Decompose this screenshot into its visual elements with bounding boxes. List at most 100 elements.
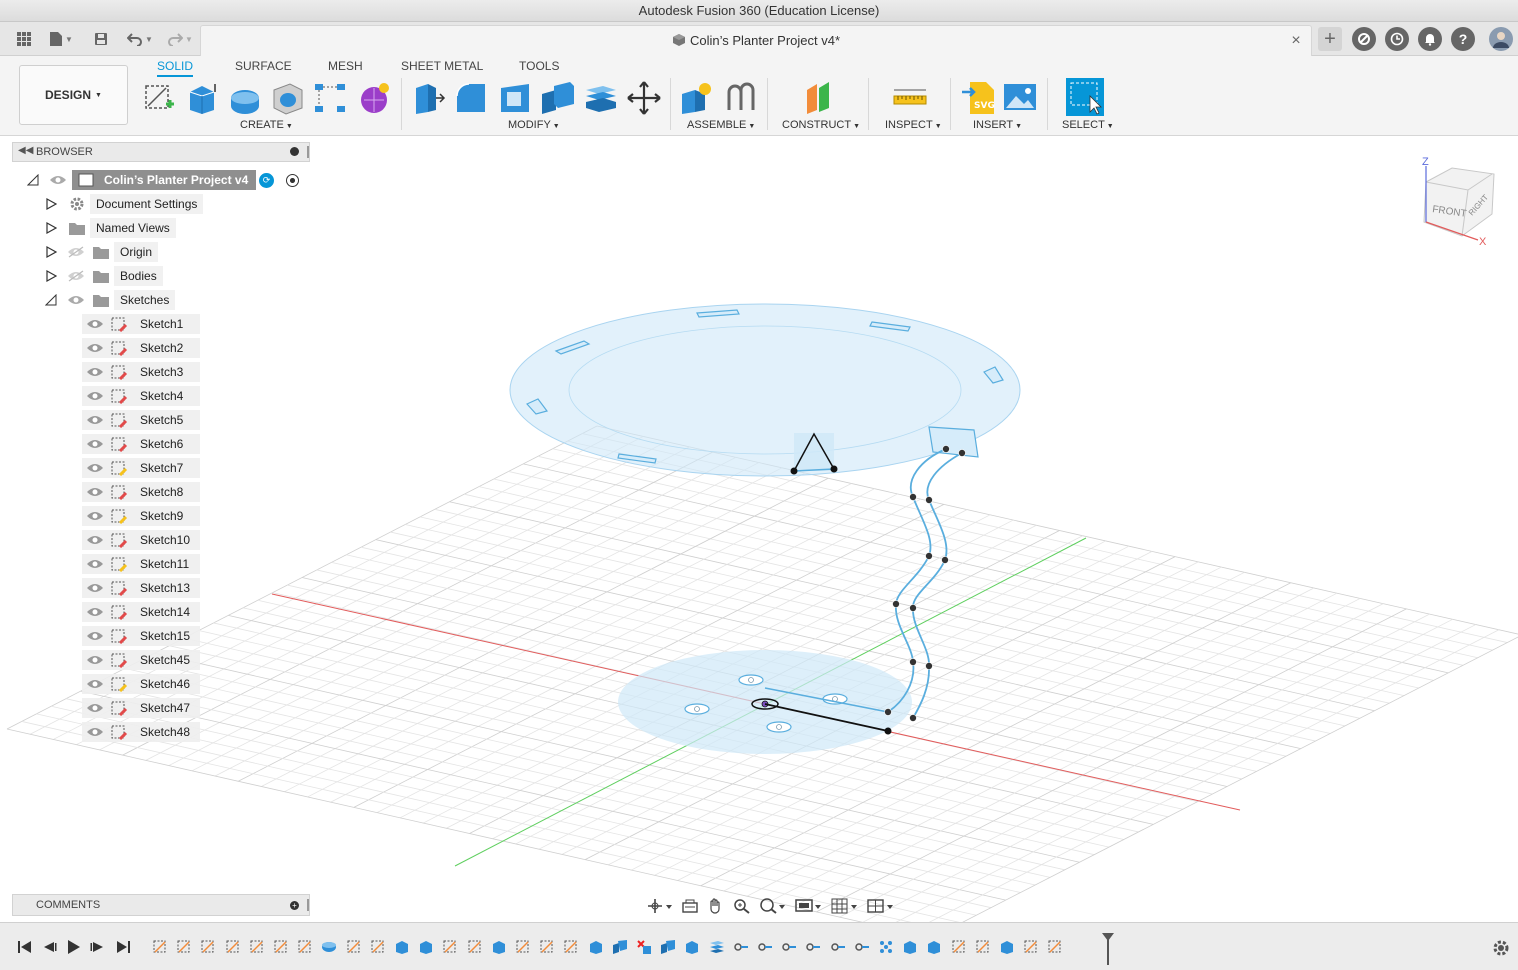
resize-handle-icon[interactable] [307,146,309,158]
timeline-split-feature-icon[interactable] [709,939,725,955]
tab-solid[interactable]: SOLID [157,58,194,77]
eye-icon[interactable] [86,654,104,666]
eye-icon[interactable] [86,558,104,570]
timeline-marker-icon[interactable] [1100,931,1116,967]
resize-handle-icon[interactable] [307,899,309,911]
construct-menu[interactable]: CONSTRUCT ▼ [782,119,860,131]
document-tab[interactable]: Colin’s Planter Project v4* × [200,25,1312,56]
workspace-switcher[interactable]: DESIGN ▼ [19,65,128,125]
go-to-start-icon[interactable] [16,939,34,955]
modify-menu[interactable]: MODIFY ▼ [508,119,560,131]
eye-icon[interactable] [86,462,104,474]
viewports-button[interactable] [864,896,898,916]
apps-grid-icon[interactable] [14,28,34,50]
grid-settings-button[interactable] [828,896,862,916]
timeline-extrude-feature-icon[interactable] [588,939,604,955]
eye-icon[interactable] [86,510,104,522]
collapse-panel-icon[interactable]: ◀◀ [18,145,33,156]
timeline-extrude-feature-icon[interactable] [902,939,918,955]
go-to-end-icon[interactable] [114,939,132,955]
timeline-sketch-feature-icon[interactable] [1047,939,1063,955]
timeline-sketch-feature-icon[interactable] [370,939,386,955]
timeline-joint-feature-icon[interactable] [781,939,797,955]
rectangular-pattern-icon[interactable] [312,80,348,116]
view-cube[interactable]: FRONT RIGHT Z X [1412,150,1512,250]
timeline-delete-feature-icon[interactable] [636,939,652,955]
job-status-button[interactable] [1385,27,1409,51]
step-forward-icon[interactable] [89,939,107,955]
active-component-icon[interactable]: ⟳ [259,173,274,188]
timeline-sketch-feature-icon[interactable] [1023,939,1039,955]
timeline-joint-feature-icon[interactable] [805,939,821,955]
expanded-triangle-icon[interactable] [45,294,57,306]
insert-svg-icon[interactable]: SVG [960,80,996,116]
timeline-extrude-feature-icon[interactable] [491,939,507,955]
timeline-sketch-feature-icon[interactable] [467,939,483,955]
timeline-joint-feature-icon[interactable] [854,939,870,955]
eye-icon[interactable] [86,630,104,642]
offset-plane-icon[interactable] [801,80,837,116]
new-component-icon[interactable] [679,80,715,116]
measure-icon[interactable] [892,80,928,116]
move-copy-icon[interactable] [626,80,662,116]
timeline-joint-feature-icon[interactable] [757,939,773,955]
user-avatar[interactable] [1489,27,1513,51]
eye-icon[interactable] [86,342,104,354]
timeline-combine-feature-icon[interactable] [660,939,676,955]
shell-icon[interactable] [497,80,533,116]
eye-icon[interactable] [86,534,104,546]
timeline-sketch-feature-icon[interactable] [273,939,289,955]
tab-tools[interactable]: TOOLS [519,58,559,74]
eye-icon[interactable] [86,678,104,690]
timeline-revolve-feature-icon[interactable] [321,939,337,955]
tab-surface[interactable]: SURFACE [235,58,292,74]
look-at-button[interactable] [678,896,702,916]
eye-icon[interactable] [67,294,85,306]
select-menu[interactable]: SELECT ▼ [1062,119,1114,131]
eye-icon[interactable] [86,582,104,594]
undo-button[interactable]: ▼ [124,28,156,50]
eye-icon[interactable] [86,318,104,330]
orbit-button[interactable] [644,896,676,916]
collapsed-triangle-icon[interactable] [45,246,57,258]
browser-folder-origin[interactable]: Origin [114,242,159,262]
timeline-extrude-feature-icon[interactable] [684,939,700,955]
eye-icon[interactable] [86,726,104,738]
redo-button[interactable]: ▼ [164,28,196,50]
timeline-extrude-feature-icon[interactable] [926,939,942,955]
eye-hidden-icon[interactable] [67,246,85,258]
timeline-sketch-feature-icon[interactable] [951,939,967,955]
collapsed-triangle-icon[interactable] [45,222,57,234]
extrude-icon[interactable] [184,80,220,116]
split-body-icon[interactable] [583,80,619,116]
eye-icon[interactable] [86,390,104,402]
hole-icon[interactable] [270,80,306,116]
fit-button[interactable] [756,896,790,916]
insert-menu[interactable]: INSERT ▼ [973,119,1022,131]
eye-hidden-icon[interactable] [67,270,85,282]
press-pull-icon[interactable] [410,80,446,116]
eye-icon[interactable] [86,606,104,618]
play-icon[interactable] [64,939,82,955]
inspect-menu[interactable]: INSPECT ▼ [885,119,942,131]
timeline-extrude-feature-icon[interactable] [394,939,410,955]
close-tab-button[interactable]: × [1287,31,1305,51]
activate-radio-icon[interactable] [286,174,299,187]
browser-folder-document-settings[interactable]: Document Settings [90,194,204,214]
eye-icon[interactable] [86,438,104,450]
bottom-disc-sketch[interactable] [618,650,912,754]
expanded-triangle-icon[interactable] [27,174,39,186]
create-form-icon[interactable] [356,80,392,116]
revolve-icon[interactable] [227,80,263,116]
timeline-sketch-feature-icon[interactable] [152,939,168,955]
eye-icon[interactable] [49,174,67,186]
joint-icon[interactable] [723,80,759,116]
eye-icon[interactable] [86,702,104,714]
timeline-sketch-feature-icon[interactable] [539,939,555,955]
eye-icon[interactable] [86,366,104,378]
timeline-sketch-feature-icon[interactable] [297,939,313,955]
timeline-sketch-feature-icon[interactable] [176,939,192,955]
save-button[interactable] [92,28,110,50]
create-sketch-icon[interactable] [142,80,178,116]
timeline-sketch-feature-icon[interactable] [563,939,579,955]
